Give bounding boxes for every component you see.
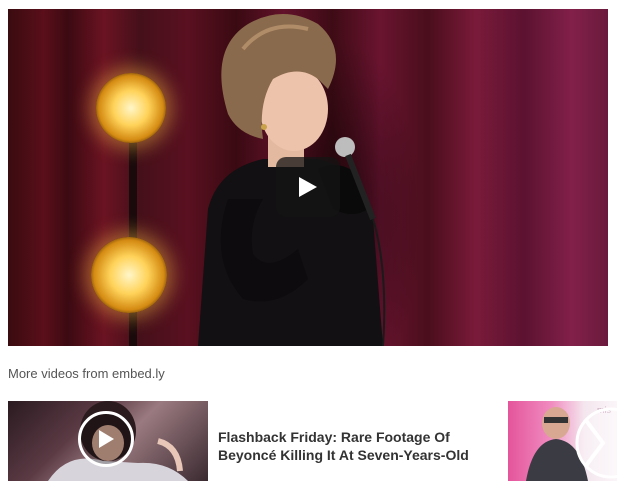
related-video-title[interactable]: Flashback Friday: Rare Footage Of Beyonc… xyxy=(218,428,503,464)
related-title-line-2: Beyoncé Killing It At Seven-Years-Old xyxy=(218,447,469,463)
circle-play-icon xyxy=(99,430,114,448)
related-title-line-1: Flashback Friday: Rare Footage Of xyxy=(218,429,450,445)
video-embed-page: More videos from embed.ly Flashback Frid… xyxy=(0,0,617,499)
more-videos-label: More videos from embed.ly xyxy=(8,366,165,381)
stage-light-top xyxy=(96,73,166,143)
play-icon xyxy=(299,177,317,197)
related-video-thumbnail[interactable] xyxy=(8,401,208,481)
chevron-right-icon[interactable] xyxy=(573,405,617,481)
stage-light-bottom xyxy=(91,237,167,313)
main-video-player[interactable] xyxy=(8,9,608,346)
play-button[interactable] xyxy=(276,157,340,217)
related-play-button[interactable] xyxy=(78,411,134,467)
